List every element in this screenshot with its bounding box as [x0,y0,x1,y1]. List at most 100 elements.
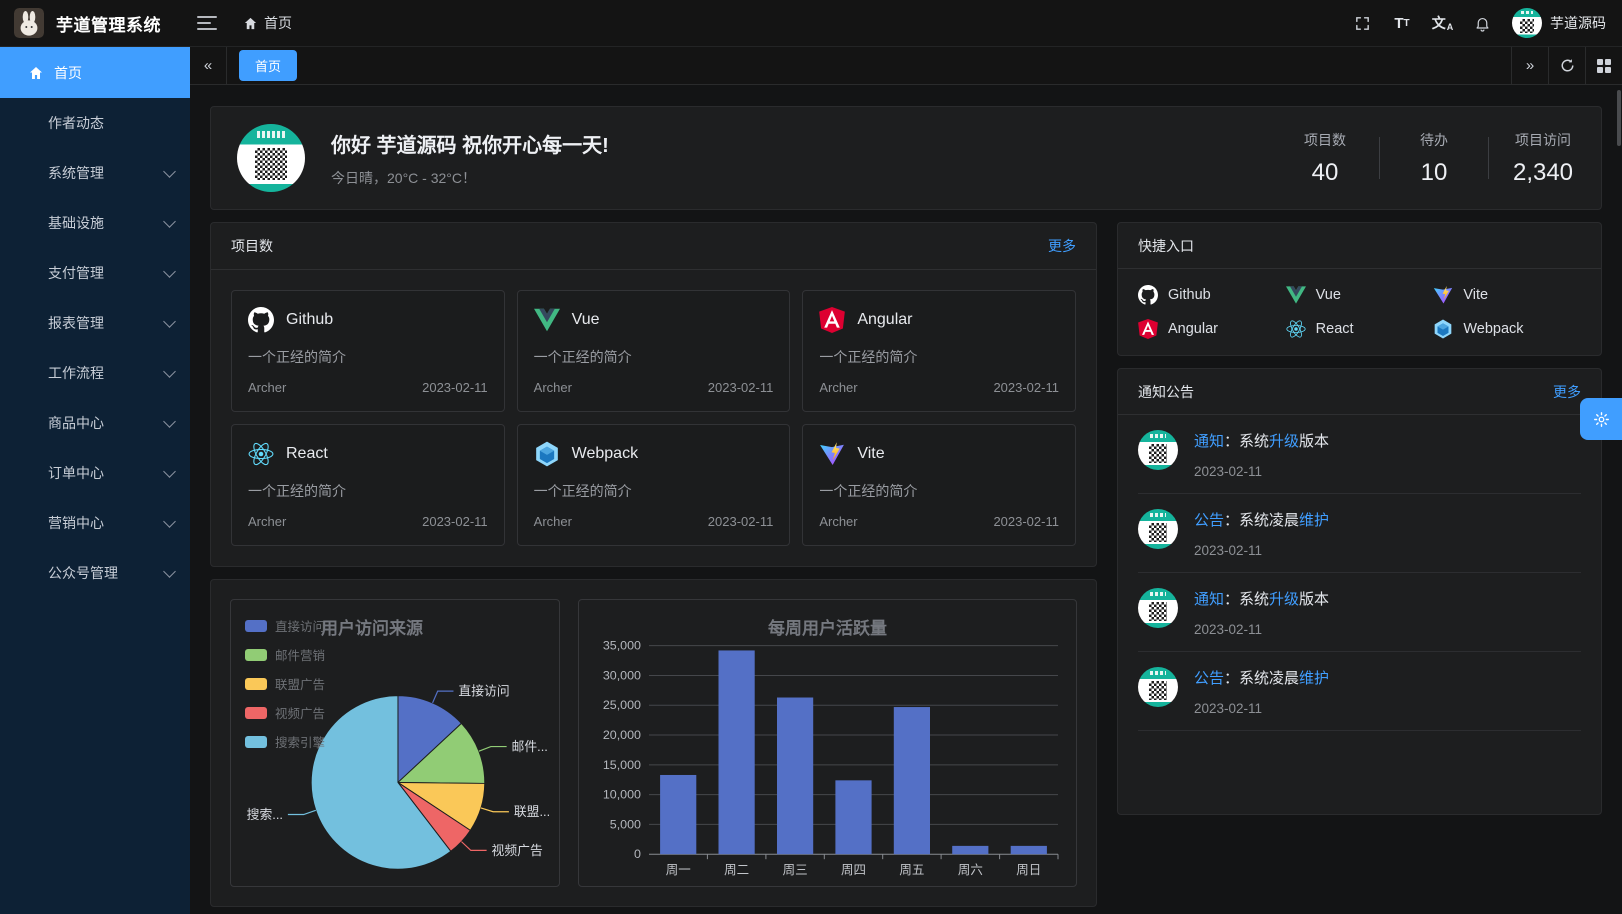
svg-text:联盟...: 联盟... [514,804,550,819]
chevron-down-icon [163,465,176,478]
grid-icon[interactable] [1585,47,1622,84]
vue-icon [1286,285,1306,305]
shortcut-label: Vite [1463,287,1488,303]
stat-divider [1379,137,1380,179]
svg-text:搜索...: 搜索... [247,807,283,822]
shortcut-vue[interactable]: Vue [1286,285,1434,305]
angular-icon [1138,319,1158,339]
shortcut-webpack[interactable]: Webpack [1433,319,1581,339]
fullscreen-icon[interactable] [1346,7,1378,39]
project-desc: 一个正经的简介 [534,347,774,367]
vite-icon [819,441,845,467]
sidebar-item-2[interactable]: 系统管理 [0,148,190,198]
refresh-icon[interactable] [1548,47,1585,84]
tabs-scroll-left-button[interactable]: « [190,47,227,84]
theme-settings-button[interactable] [1580,398,1622,440]
shortcut-label: Webpack [1463,321,1523,337]
notices-more-link[interactable]: 更多 [1553,382,1581,402]
sidebar-item-5[interactable]: 报表管理 [0,298,190,348]
greeting-text: 你好 芋道源码 祝你开心每一天! [331,129,609,158]
project-desc: 一个正经的简介 [819,481,1059,501]
angular-icon [819,307,845,333]
notice-title: 通知：系统升级版本 [1194,430,1329,451]
legend-item[interactable]: 直接访问 [245,616,325,635]
notice-avatar [1138,667,1178,707]
sidebar-item-6[interactable]: 工作流程 [0,348,190,398]
projects-more-link[interactable]: 更多 [1048,236,1076,256]
bell-icon[interactable] [1466,7,1498,39]
shortcut-github[interactable]: Github [1138,285,1286,305]
legend-item[interactable]: 视频广告 [245,703,325,722]
project-card-github[interactable]: Github 一个正经的简介 Archer2023-02-11 [231,290,505,412]
notice-avatar [1138,509,1178,549]
user-menu[interactable]: 芋道源码 [1512,8,1606,38]
shortcut-vite[interactable]: Vite [1433,285,1581,305]
tab-home[interactable]: 首页 [239,50,297,81]
svg-text:周三: 周三 [783,863,808,877]
sidebar-item-9[interactable]: 营销中心 [0,498,190,548]
project-date: 2023-02-11 [993,514,1059,529]
project-name: Github [286,311,333,329]
notice-item-3[interactable]: 公告：系统凌晨维护 2023-02-11 [1138,652,1581,731]
locale-icon[interactable]: 文A [1426,7,1458,39]
sidebar-item-3[interactable]: 基础设施 [0,198,190,248]
app-title: 芋道管理系统 [56,11,161,36]
chevron-down-icon [163,365,176,378]
welcome-stats: 项目数 40 待办 10 项目访问 2,340 [1293,130,1575,187]
tabs-scroll-right-button[interactable]: » [1511,47,1548,84]
breadcrumb-home: 首页 [264,13,292,33]
notice-item-1[interactable]: 公告：系统凌晨维护 2023-02-11 [1138,494,1581,573]
shortcut-react[interactable]: React [1286,319,1434,339]
notice-item-0[interactable]: 通知：系统升级版本 2023-02-11 [1138,415,1581,494]
stat-value: 40 [1293,159,1357,187]
notice-title: 公告：系统凌晨维护 [1194,509,1329,530]
pie-chart-panel: 用户访问来源 直接访问 邮件营销 联盟广告 视频广告 搜索引擎 直接访问 邮件.… [230,599,560,887]
font-size-icon[interactable]: TT [1386,7,1418,39]
notice-date: 2023-02-11 [1194,543,1329,558]
sidebar-item-1[interactable]: 作者动态 [0,98,190,148]
chevron-down-icon [163,315,176,328]
breadcrumb[interactable]: 首页 [243,13,292,33]
sidebar-item-4[interactable]: 支付管理 [0,248,190,298]
project-name: Vite [857,445,884,463]
sidebar-item-10[interactable]: 公众号管理 [0,548,190,598]
legend-item[interactable]: 联盟广告 [245,674,325,693]
project-card-react[interactable]: React 一个正经的简介 Archer2023-02-11 [231,424,505,546]
project-name: Vue [572,311,600,329]
sidebar-item-label: 公众号管理 [48,563,118,583]
shortcuts-card-title: 快捷入口 [1138,236,1194,256]
legend-item[interactable]: 搜索引擎 [245,732,325,751]
project-author: Archer [534,380,572,395]
sidebar-item-8[interactable]: 订单中心 [0,448,190,498]
sidebar-item-7[interactable]: 商品中心 [0,398,190,448]
bar-chart[interactable]: 05,00010,00015,00020,00025,00030,00035,0… [579,600,1076,886]
vue-icon [534,307,560,333]
scrollbar-thumb[interactable] [1617,90,1621,146]
sidebar-item-label: 支付管理 [48,263,104,283]
chevron-down-icon [163,415,176,428]
react-icon [1286,319,1306,339]
pie-chart-title: 用户访问来源 [321,614,423,639]
sidebar-item-0[interactable]: 首页 [0,47,190,98]
project-date: 2023-02-11 [708,514,774,529]
notice-item-2[interactable]: 通知：系统升级版本 2023-02-11 [1138,573,1581,652]
webpack-icon [1433,319,1453,339]
app-header: 芋道管理系统 首页 TT 文A 芋道源码 [0,0,1622,47]
github-icon [1138,285,1158,305]
project-card-angular[interactable]: Angular 一个正经的简介 Archer2023-02-11 [802,290,1076,412]
project-card-webpack[interactable]: Webpack 一个正经的简介 Archer2023-02-11 [517,424,791,546]
sidebar-item-label: 基础设施 [48,213,104,233]
sidebar-item-label: 系统管理 [48,163,104,183]
stat-value: 2,340 [1511,159,1575,187]
chevron-down-icon [163,215,176,228]
app-logo[interactable] [14,8,44,38]
project-name: React [286,445,328,463]
project-card-vite[interactable]: Vite 一个正经的简介 Archer2023-02-11 [802,424,1076,546]
legend-item[interactable]: 邮件营销 [245,645,325,664]
project-date: 2023-02-11 [993,380,1059,395]
svg-text:周五: 周五 [899,863,924,877]
svg-text:周一: 周一 [666,863,691,877]
menu-collapse-icon[interactable] [197,12,217,34]
shortcut-angular[interactable]: Angular [1138,319,1286,339]
project-card-vue[interactable]: Vue 一个正经的简介 Archer2023-02-11 [517,290,791,412]
